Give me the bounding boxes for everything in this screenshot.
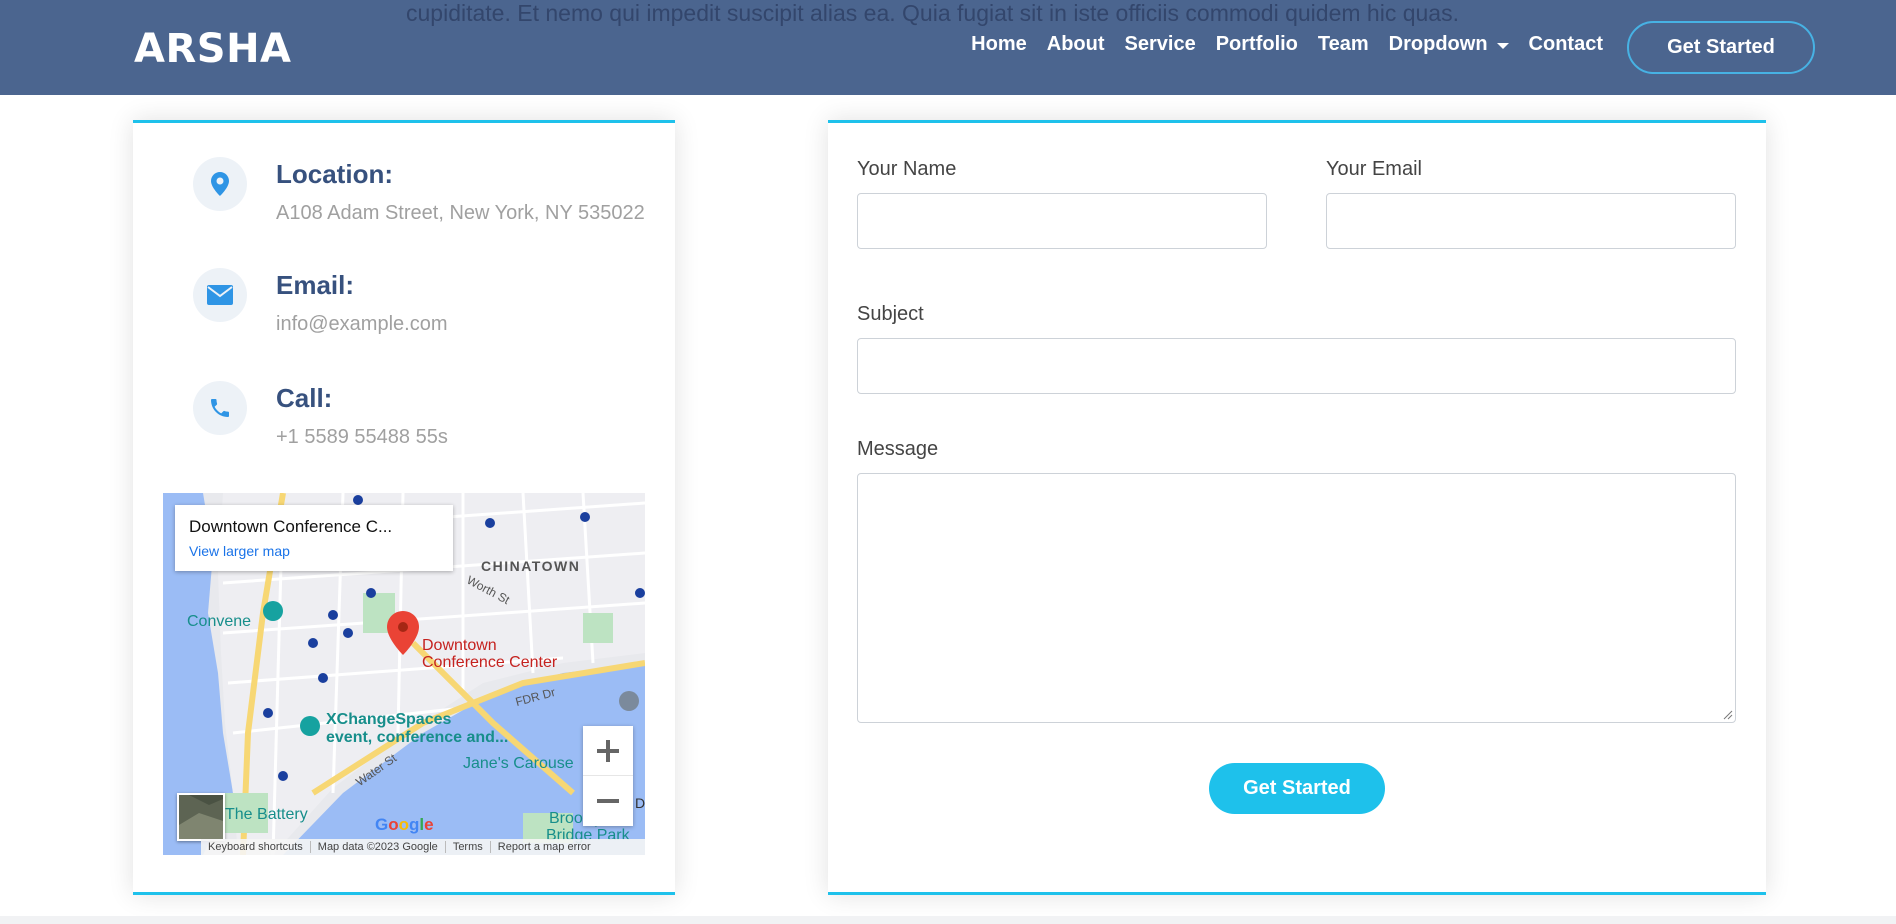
nav-dropdown[interactable]: Dropdown [1389, 33, 1509, 56]
get-started-button[interactable]: Get Started [1627, 21, 1815, 74]
map-zoom-control [583, 726, 633, 826]
page: cupiditate. Et nemo qui impedit suscipit… [0, 0, 1896, 924]
nav-contact-label: Contact [1528, 33, 1603, 55]
keyboard-shortcuts-link[interactable]: Keyboard shortcuts [201, 841, 311, 853]
nav-portfolio-label: Portfolio [1215, 33, 1298, 55]
your-name-label: Your Name [857, 158, 957, 180]
map-label-chinatown: CHINATOWN [481, 558, 581, 574]
map-pin-label-line2: Conference Center [422, 654, 558, 671]
google-logo: Google [375, 815, 434, 834]
nav-team-label: Team [1317, 33, 1369, 55]
site-logo[interactable]: ARSHA [134, 26, 292, 72]
subject-input[interactable] [857, 338, 1736, 394]
submit-button[interactable]: Get Started [1209, 763, 1385, 814]
site-header: cupiditate. Et nemo qui impedit suscipit… [0, 0, 1896, 95]
contact-info-card: Location: A108 Adam Street, New York, NY… [133, 120, 675, 895]
map-pin-label-line1: Downtown [422, 637, 497, 654]
phone-icon [211, 399, 229, 417]
satellite-toggle[interactable] [177, 793, 225, 841]
satellite-thumbnail-icon [179, 795, 223, 839]
subject-label: Subject [857, 303, 924, 325]
nav-contact[interactable]: Contact [1529, 33, 1603, 56]
location-text: A108 Adam Street, New York, NY 535022 [276, 202, 645, 224]
email-text[interactable]: info@example.com [276, 313, 447, 336]
map-label-edge-d: D [635, 795, 645, 811]
nav-service[interactable]: Service [1125, 33, 1196, 56]
map-attribution-bar: Keyboard shortcuts Map data ©2023 Google… [201, 839, 645, 855]
zoom-out-button[interactable] [583, 776, 633, 826]
resize-grip-icon[interactable] [1723, 710, 1733, 720]
location-icon-circle [193, 157, 247, 211]
your-email-input[interactable] [1326, 193, 1736, 249]
message-textarea[interactable] [857, 473, 1736, 723]
call-text[interactable]: +1 5589 55488 55s [276, 426, 448, 449]
zoom-in-button[interactable] [583, 726, 633, 776]
nav-portfolio[interactable]: Portfolio [1216, 33, 1298, 56]
map-data-text: Map data ©2023 Google [311, 841, 446, 853]
map-place-card: Downtown Conference C... View larger map [175, 505, 453, 571]
nav-dropdown-label: Dropdown [1388, 33, 1488, 55]
call-icon-circle [193, 381, 247, 435]
nav-home-label: Home [971, 33, 1027, 55]
nav-team[interactable]: Team [1318, 33, 1369, 56]
main-nav: Home About Service Portfolio Team Dropdo… [951, 33, 1603, 56]
message-field-wrapper [857, 473, 1736, 723]
envelope-icon [207, 285, 233, 305]
map-label-battery: The Battery [225, 806, 308, 823]
location-title: Location: [276, 159, 393, 189]
nav-home[interactable]: Home [971, 33, 1027, 56]
map-label-xchange-1: XChangeSpaces [326, 711, 452, 728]
section-bottom-strip [0, 916, 1896, 924]
map-label-xchange-2: event, conference and... [326, 729, 509, 746]
your-email-label: Your Email [1326, 158, 1422, 180]
map-label-convene: Convene [187, 613, 252, 630]
terms-link[interactable]: Terms [446, 841, 491, 853]
minus-icon [597, 799, 619, 803]
report-map-error-link[interactable]: Report a map error [491, 841, 598, 853]
nav-about-label: About [1046, 33, 1105, 55]
message-label: Message [857, 438, 939, 460]
contact-form-card: Your Name Your Email Subject Message Get… [828, 120, 1766, 895]
plus-icon [597, 739, 619, 762]
nav-service-label: Service [1124, 33, 1196, 55]
google-map[interactable]: CHINATOWN Worth St Convene Downtown Conf… [163, 493, 645, 855]
map-label-janes: Jane's Carouse [463, 755, 574, 772]
view-larger-map-link[interactable]: View larger map [189, 543, 290, 559]
email-title: Email: [276, 270, 355, 300]
caret-down-icon [1496, 42, 1509, 49]
your-name-input[interactable] [857, 193, 1267, 249]
background-hero-text: cupiditate. Et nemo qui impedit suscipit… [406, 0, 1459, 26]
map-place-title: Downtown Conference C... [189, 517, 393, 536]
map-pin-icon [211, 172, 229, 196]
call-title: Call: [276, 383, 333, 413]
nav-about[interactable]: About [1047, 33, 1105, 56]
email-icon-circle [193, 268, 247, 322]
